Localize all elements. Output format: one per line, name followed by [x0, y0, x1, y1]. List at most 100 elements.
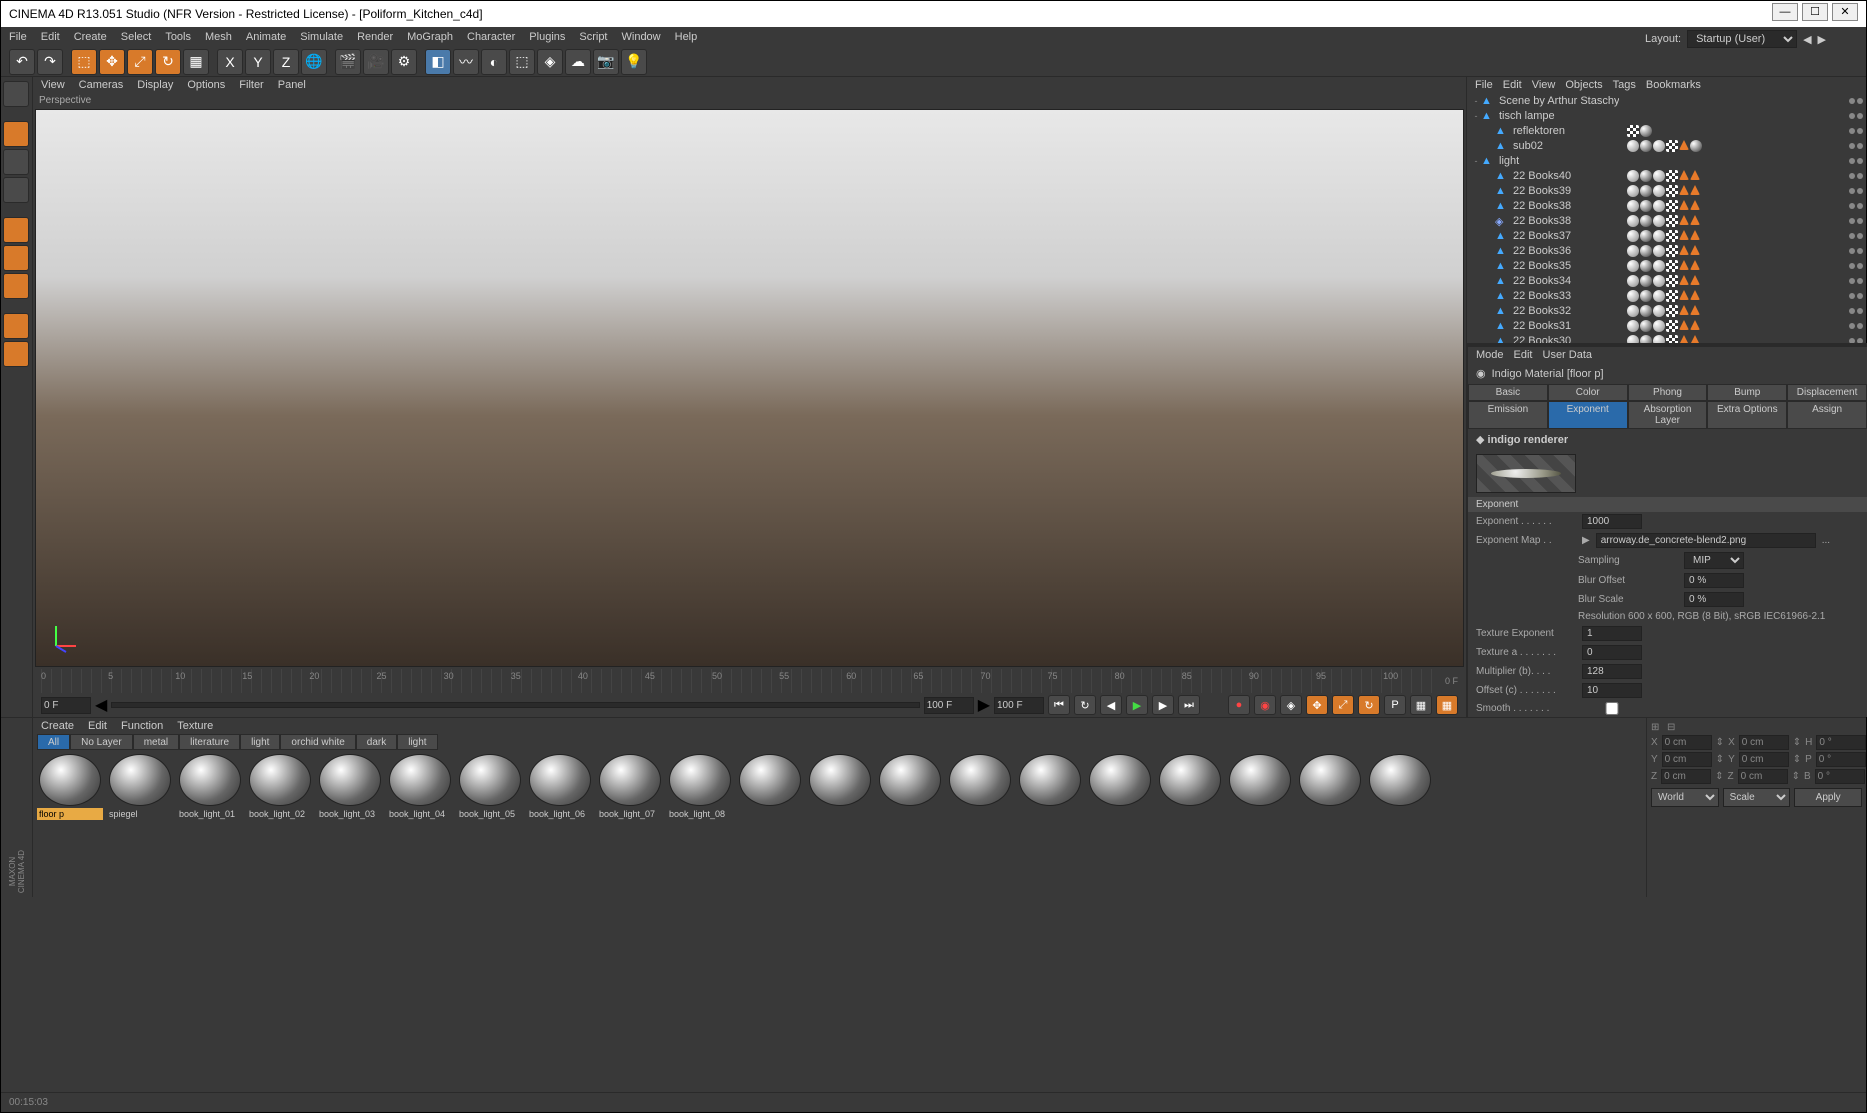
browse-button[interactable]: ... — [1822, 535, 1830, 546]
camera-button[interactable]: 📷 — [593, 49, 619, 75]
tag-sphere-icon[interactable] — [1627, 290, 1639, 302]
frame-end2-input[interactable] — [994, 697, 1044, 714]
menu-character[interactable]: Character — [467, 31, 515, 43]
cube-primitive[interactable]: ◧ — [425, 49, 451, 75]
tree-row[interactable]: ◈22 Books38 — [1467, 213, 1867, 228]
tree-row[interactable]: ▲22 Books34 — [1467, 273, 1867, 288]
frame-slider[interactable] — [111, 702, 919, 708]
mat-layer-tab[interactable]: metal — [133, 734, 179, 750]
tag-tri-icon[interactable] — [1679, 170, 1689, 180]
mat-layer-tab[interactable]: No Layer — [70, 734, 133, 750]
material-preview[interactable] — [1476, 454, 1576, 493]
h-rot-input[interactable] — [1816, 735, 1866, 750]
select-tool[interactable]: ⬚ — [71, 49, 97, 75]
smooth-checkbox[interactable] — [1582, 702, 1642, 715]
tag-sphere2-icon[interactable] — [1690, 140, 1702, 152]
tag-check-icon[interactable] — [1666, 305, 1678, 317]
tag-sphere-icon[interactable] — [1627, 170, 1639, 182]
tex-a-input[interactable] — [1582, 645, 1642, 660]
material-item[interactable] — [877, 754, 943, 820]
tag-sphere-icon[interactable] — [1627, 275, 1639, 287]
menu-simulate[interactable]: Simulate — [300, 31, 343, 43]
tree-row[interactable]: ▲22 Books36 — [1467, 243, 1867, 258]
tree-row[interactable]: -▲Scene by Arthur Staschyk — [1467, 93, 1867, 108]
texture-mode[interactable] — [3, 149, 29, 175]
attr-tab[interactable]: Exponent — [1548, 401, 1628, 429]
point-mode[interactable] — [3, 217, 29, 243]
menu-plugins[interactable]: Plugins — [529, 31, 565, 43]
prev-key-button[interactable]: ◀ — [1100, 695, 1122, 715]
tag-sphere2-icon[interactable] — [1640, 140, 1652, 152]
loop-button[interactable]: ↻ — [1074, 695, 1096, 715]
vp-menu-view[interactable]: View — [41, 79, 65, 91]
menu-script[interactable]: Script — [579, 31, 607, 43]
tag-tri-icon[interactable] — [1690, 260, 1700, 270]
tree-row[interactable]: ▲22 Books37 — [1467, 228, 1867, 243]
nurbs-primitive[interactable]: ◐ — [481, 49, 507, 75]
key-all-button[interactable]: ▦ — [1436, 695, 1458, 715]
layout-next-icon[interactable]: ▶ — [1818, 33, 1826, 46]
tag-tri-icon[interactable] — [1679, 215, 1689, 225]
attr-tab[interactable]: Basic — [1468, 384, 1548, 401]
deformer-button[interactable]: ◈ — [537, 49, 563, 75]
tag-check-icon[interactable] — [1666, 215, 1678, 227]
tag-sphere2-icon[interactable] — [1640, 275, 1652, 287]
exponent-input[interactable] — [1582, 514, 1642, 529]
tag-sphere2-icon[interactable] — [1640, 245, 1652, 257]
scale-tool[interactable]: ⤢ — [127, 49, 153, 75]
tag-tri-icon[interactable] — [1690, 245, 1700, 255]
frame-start-input[interactable] — [41, 697, 91, 714]
tag-sphere2-icon[interactable] — [1640, 305, 1652, 317]
last-tool[interactable]: ▦ — [183, 49, 209, 75]
tag-tri-icon[interactable] — [1690, 215, 1700, 225]
material-item[interactable]: book_light_07 — [597, 754, 663, 820]
tag-sphere-icon[interactable] — [1653, 245, 1665, 257]
tag-tri-icon[interactable] — [1679, 245, 1689, 255]
tag-sphere-icon[interactable] — [1627, 215, 1639, 227]
attr-menu-item[interactable]: Mode — [1476, 349, 1504, 361]
tree-row[interactable]: -▲light — [1467, 153, 1867, 168]
vp-menu-filter[interactable]: Filter — [239, 79, 263, 91]
mat-layer-tab[interactable]: dark — [356, 734, 397, 750]
tag-sphere-icon[interactable] — [1627, 200, 1639, 212]
attr-tab[interactable]: Extra Options — [1707, 401, 1787, 429]
obj-menu-file[interactable]: File — [1475, 79, 1493, 91]
tag-sphere2-icon[interactable] — [1640, 170, 1652, 182]
timeline[interactable]: 0510152025303540455055606570758085909510… — [33, 669, 1466, 693]
material-item[interactable] — [1017, 754, 1083, 820]
workplane-mode[interactable] — [3, 177, 29, 203]
material-item[interactable]: book_light_04 — [387, 754, 453, 820]
tag-tri-icon[interactable] — [1679, 335, 1689, 344]
tag-sphere-icon[interactable] — [1653, 260, 1665, 272]
tag-tri-icon[interactable] — [1679, 320, 1689, 330]
attr-tab[interactable]: Displacement — [1787, 384, 1867, 401]
tag-sphere-icon[interactable] — [1653, 275, 1665, 287]
tag-check-icon[interactable] — [1666, 275, 1678, 287]
material-item[interactable]: spiegel — [107, 754, 173, 820]
material-item[interactable] — [1367, 754, 1433, 820]
tag-tri-icon[interactable] — [1679, 185, 1689, 195]
tag-check-icon[interactable] — [1666, 200, 1678, 212]
tag-tri-icon[interactable] — [1679, 275, 1689, 285]
material-grid[interactable]: floor pspiegelbook_light_01book_light_02… — [33, 750, 1646, 897]
viewport-render[interactable] — [35, 109, 1464, 667]
tri-icon[interactable]: ▶ — [1582, 535, 1590, 546]
material-item[interactable]: book_light_01 — [177, 754, 243, 820]
tag-check-icon[interactable] — [1627, 125, 1639, 137]
close-button[interactable]: ✕ — [1832, 3, 1858, 21]
menu-render[interactable]: Render — [357, 31, 393, 43]
tag-sphere2-icon[interactable] — [1640, 230, 1652, 242]
layout-select[interactable]: Startup (User) — [1687, 30, 1797, 48]
rotate-tool[interactable]: ↻ — [155, 49, 181, 75]
play-button[interactable]: ▶ — [1126, 695, 1148, 715]
exponent-map-input[interactable] — [1596, 533, 1816, 548]
tag-sphere2-icon[interactable] — [1640, 290, 1652, 302]
tag-tri-icon[interactable] — [1679, 305, 1689, 315]
key-pla-button[interactable]: ▦ — [1410, 695, 1432, 715]
tex-exp-input[interactable] — [1582, 626, 1642, 641]
tag-check-icon[interactable] — [1666, 185, 1678, 197]
tree-row[interactable]: ▲22 Books32 — [1467, 303, 1867, 318]
record-button[interactable]: ● — [1228, 695, 1250, 715]
light-button[interactable]: 💡 — [621, 49, 647, 75]
attr-tab[interactable]: Assign — [1787, 401, 1867, 429]
